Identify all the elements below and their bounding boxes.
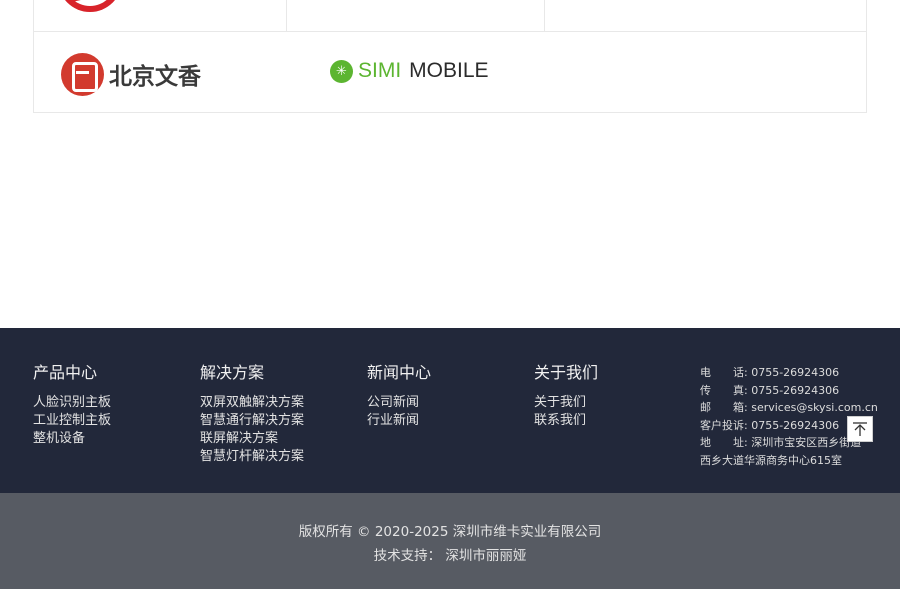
contact-fax: 传 真: 0755-26924306: [700, 382, 870, 400]
footer-link[interactable]: 智慧通行解决方案: [200, 412, 304, 430]
footer-heading: 关于我们: [534, 363, 599, 382]
footer-heading: 新闻中心: [367, 363, 432, 382]
partner-row-top: [34, 0, 866, 32]
footer-link[interactable]: 工业控制主板: [33, 412, 111, 430]
footer-link[interactable]: 人脸识别主板: [33, 394, 111, 412]
partner-logo-partial: [58, 0, 122, 12]
beijing-wenxiang-seal-icon: [61, 52, 104, 96]
footer-column-solutions: 解决方案 双屏双触解决方案 智慧通行解决方案 联屏解决方案 智慧灯杆解决方案: [200, 362, 304, 466]
contact-label: 电 话:: [700, 366, 748, 379]
copyright-text: 版权所有 © 2020-2025 深圳市维卡实业有限公司: [298, 524, 602, 540]
footer-link[interactable]: 行业新闻: [367, 412, 431, 430]
simi-logo-text: SIMI: [358, 59, 402, 82]
contact-label: 客户投诉:: [700, 418, 748, 432]
footer-link[interactable]: 联系我们: [534, 412, 598, 430]
footer-column-products: 产品中心 人脸识别主板 工业控制主板 整机设备: [33, 362, 111, 448]
footer-link[interactable]: 双屏双触解决方案: [200, 394, 304, 412]
back-to-top-button[interactable]: [847, 416, 873, 442]
footer-link[interactable]: 公司新闻: [367, 394, 431, 412]
footer-column-about: 关于我们 关于我们 联系我们: [534, 362, 598, 430]
footer-heading: 解决方案: [200, 363, 265, 382]
partner-logo-text: 北京文香: [109, 64, 201, 90]
partner-logo-simi-mobile[interactable]: ✳ SIMI MOBILE: [330, 56, 522, 86]
mobile-logo-text: MOBILE: [409, 59, 489, 82]
contact-value: services@skysi.com.cn: [751, 401, 878, 414]
footer-link[interactable]: 关于我们: [534, 394, 598, 412]
contact-address: 地 址: 深圳市宝安区西乡街道西乡大道华源商务中心615室: [700, 434, 870, 469]
partner-logo-grid: 北京文香 ✳ SIMI MOBILE: [33, 0, 867, 113]
site-footer: 产品中心 人脸识别主板 工业控制主板 整机设备 解决方案 双屏双触解决方案 智慧…: [0, 328, 900, 493]
contact-phone: 电 话: 0755-26924306: [700, 364, 870, 382]
partner-cell: [287, 0, 545, 32]
footer-heading: 产品中心: [33, 363, 98, 382]
contact-value: 0755-26924306: [751, 418, 840, 432]
copyright-bar: 版权所有 © 2020-2025 深圳市维卡实业有限公司 技术支持： 深圳市丽丽…: [0, 493, 900, 589]
footer-contact-info: 电 话: 0755-26924306 传 真: 0755-26924306 邮 …: [700, 364, 878, 469]
contact-complaint: 客户投诉: 0755-26924306: [700, 417, 870, 435]
arrow-up-icon: [853, 422, 867, 436]
simi-leaf-icon: ✳: [330, 59, 353, 83]
contact-value: 0755-26924306: [751, 383, 840, 397]
contact-value: 0755-26924306: [751, 366, 840, 379]
footer-column-news: 新闻中心 公司新闻 行业新闻: [367, 362, 431, 430]
contact-label: 邮 箱:: [700, 401, 748, 414]
footer-link[interactable]: 智慧灯杆解决方案: [200, 448, 304, 466]
contact-label: 传 真:: [700, 383, 748, 397]
partner-logo-beijing-wenxiang[interactable]: 北京文香: [61, 52, 201, 96]
tech-support-text: 技术支持： 深圳市丽丽娅: [373, 548, 527, 564]
footer-link[interactable]: 联屏解决方案: [200, 430, 304, 448]
footer-link[interactable]: 整机设备: [33, 430, 111, 448]
contact-label: 地 址:: [700, 436, 748, 449]
partner-cell: [34, 0, 287, 32]
contact-email: 邮 箱: services@skysi.com.cn: [700, 399, 878, 417]
